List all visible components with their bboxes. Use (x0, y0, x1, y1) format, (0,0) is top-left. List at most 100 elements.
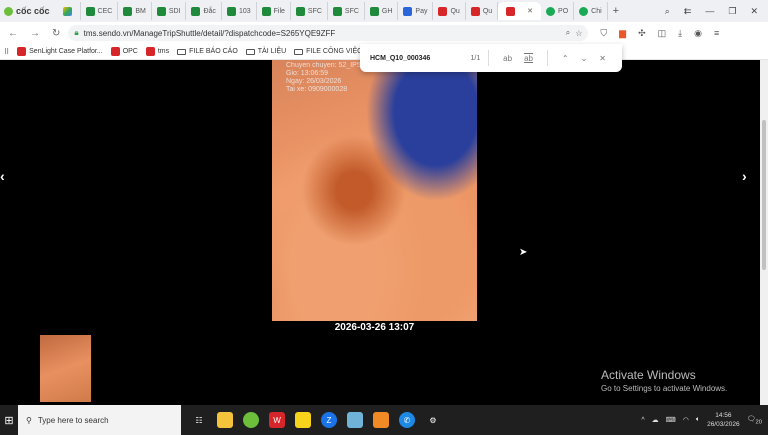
find-count: 1/1 (470, 54, 481, 62)
overlay-line: Tai xe: 0909000028 (286, 86, 348, 93)
taskbar-search[interactable]: ⚲ Type here to search (18, 405, 181, 435)
task-view-icon[interactable]: ☷ (191, 412, 207, 428)
tab-label: File (273, 7, 285, 15)
windows-start-icon[interactable]: ⊞ (0, 414, 18, 427)
new-tab-button[interactable]: + (608, 2, 624, 20)
coccoc-icon (4, 6, 13, 16)
tab[interactable]: 103 (222, 2, 257, 20)
tab[interactable]: Qu (433, 2, 466, 20)
keyboard-icon[interactable]: ⌨ (666, 416, 676, 424)
forward-button[interactable]: → (30, 28, 40, 39)
settings-icon[interactable]: ⚙ (425, 412, 441, 428)
scrollbar[interactable] (760, 60, 768, 405)
tab[interactable]: Qu (466, 2, 499, 20)
tab[interactable]: ✕ (498, 2, 542, 20)
notifications-icon[interactable]: 🗨︎20 (747, 415, 762, 425)
onedrive-icon[interactable]: ☁ (652, 416, 659, 424)
address-bar-row: ← → ↻ 🔒︎ tms.sendo.vn/ManageTripShuttle/det… (0, 22, 768, 44)
close-window-button[interactable]: ✕ (750, 6, 758, 17)
star-icon[interactable]: ☆ (575, 29, 582, 38)
minimize-button[interactable]: — (705, 6, 714, 17)
bookmark-label: tms (157, 48, 170, 55)
back-history-icon[interactable]: ⇇ (684, 6, 692, 17)
search-icon: ⚲ (26, 415, 32, 425)
bookmark[interactable]: TÀI LIỆU (245, 47, 287, 56)
clock[interactable]: 14:56 26/03/2026 (707, 411, 740, 429)
pay-icon (403, 6, 413, 16)
tab[interactable]: SFC (328, 2, 365, 20)
overlay-line: Gio: 13:06:59 (286, 70, 329, 77)
bookmark[interactable]: FILE CÔNG VIỆC (294, 47, 362, 56)
bookmark[interactable]: FILE BÁO CÁO (177, 47, 238, 56)
phone-app-icon[interactable]: ✆ (399, 412, 415, 428)
tab[interactable]: PO (541, 2, 575, 20)
whole-word-button[interactable]: ab (524, 54, 533, 63)
tab[interactable]: CEC (81, 2, 119, 20)
find-in-page-icon[interactable]: ⌕ (566, 28, 570, 38)
bookmark-label: TÀI LIỆU (257, 48, 287, 55)
sendo-icon (470, 6, 480, 16)
extension-icon[interactable]: ▆ (619, 28, 626, 39)
sendo-icon (145, 47, 155, 56)
tab[interactable]: Pay (398, 2, 434, 20)
tab[interactable]: Chi (574, 2, 608, 20)
sheets-icon (332, 6, 342, 16)
bookmark[interactable]: OPC (110, 47, 138, 56)
tab[interactable]: File (257, 2, 291, 20)
zalo-icon[interactable]: Z (321, 412, 337, 428)
tab[interactable]: BM (118, 2, 152, 20)
back-button[interactable]: ← (8, 28, 18, 39)
sheets-icon (123, 6, 133, 16)
find-bar: HCM_Q10_000346 1/1 ab ab ⌃ ⌄ ✕ (360, 44, 622, 72)
sticky-notes-icon[interactable] (295, 412, 311, 428)
restore-button[interactable]: ❐ (728, 6, 736, 17)
app-icon[interactable] (373, 412, 389, 428)
image-viewer: Chuyen chuyen: 52_IP59 Gio: 13:06:59 Nga… (0, 60, 760, 405)
puzzle-icon[interactable]: ✣ (638, 28, 646, 39)
bookmark[interactable]: tms (145, 47, 170, 56)
bookmark-label: OPC (122, 48, 138, 55)
lock-icon: 🔒︎ (74, 28, 79, 37)
tab[interactable]: SFC (291, 2, 328, 20)
coccoc-taskbar-icon[interactable] (243, 412, 259, 428)
tab-label: Qu (482, 7, 493, 15)
next-match-button[interactable]: ⌄ (581, 54, 588, 63)
folder-icon (177, 48, 187, 55)
apps-icon[interactable]: ⠿ (4, 48, 9, 56)
wps-icon[interactable]: W (269, 412, 285, 428)
sheets-icon (261, 6, 271, 16)
close-tab-icon[interactable]: ✕ (527, 7, 533, 15)
close-find-button[interactable]: ✕ (599, 54, 606, 63)
tab[interactable]: Đắc (186, 2, 222, 20)
tab-label: SDI (168, 7, 181, 15)
thumbnail[interactable] (40, 335, 91, 402)
previous-match-button[interactable]: ⌃ (562, 54, 569, 63)
next-image-button[interactable]: › (742, 168, 747, 184)
wifi-icon[interactable]: ◠ (683, 416, 689, 424)
bookmark[interactable]: SenLight Case Platfor... (17, 47, 103, 56)
browser-logo[interactable]: cốc cốc (0, 6, 58, 16)
tab[interactable] (58, 2, 81, 20)
match-case-button[interactable]: ab (503, 54, 512, 63)
shield-icon[interactable]: ⛉ (600, 28, 607, 39)
app-icon[interactable] (347, 412, 363, 428)
split-view-icon[interactable]: ◫ (658, 28, 667, 39)
menu-icon[interactable]: ≡ (714, 28, 719, 39)
notification-count: 20 (755, 419, 762, 426)
download-icon[interactable]: ⤓ (678, 28, 682, 39)
divider (488, 50, 490, 66)
reload-button[interactable]: ↻ (52, 28, 60, 39)
volume-icon[interactable]: 🔈︎ (696, 416, 700, 424)
sheets-icon (156, 6, 166, 16)
tab[interactable]: GH (365, 2, 399, 20)
search-tabs-icon[interactable]: ⌕ (665, 6, 670, 17)
photo-overlay-text: Chuyen chuyen: 52_IP59 Gio: 13:06:59 Nga… (286, 62, 365, 94)
find-input[interactable]: HCM_Q10_000346 (370, 55, 461, 62)
tab[interactable]: SDI (152, 2, 187, 20)
profile-icon[interactable]: ◉ (694, 28, 702, 39)
url-field[interactable]: 🔒︎ tms.sendo.vn/ManageTripShuttle/detail/… (68, 25, 589, 41)
prev-image-button[interactable]: ‹ (0, 168, 5, 184)
file-explorer-icon[interactable] (217, 412, 233, 428)
chevron-up-icon[interactable]: ^ (641, 417, 644, 424)
bookmark-label: FILE BÁO CÁO (189, 48, 238, 55)
